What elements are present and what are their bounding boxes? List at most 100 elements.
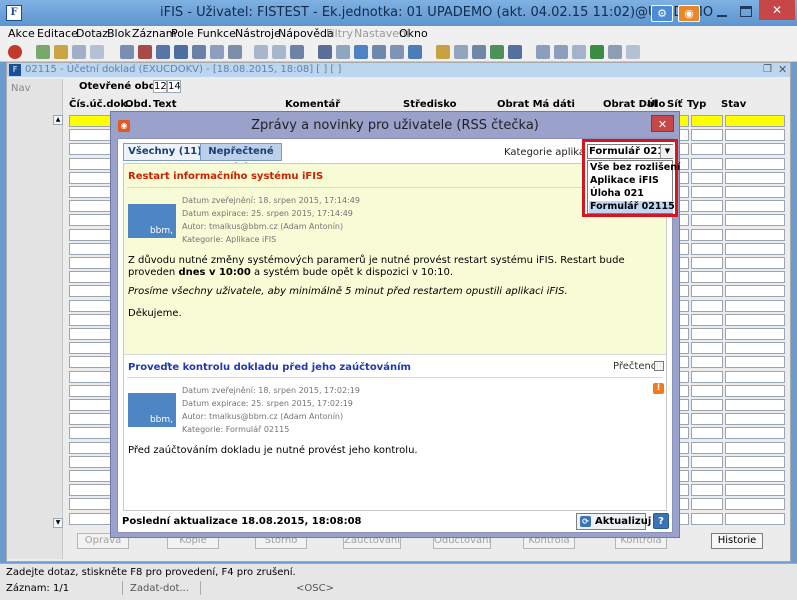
- save-icon[interactable]: [36, 45, 50, 59]
- menu-akce[interactable]: Akce: [8, 27, 35, 40]
- grid-cell[interactable]: [725, 115, 785, 127]
- grid-cell[interactable]: [725, 498, 785, 511]
- grid-cell[interactable]: [691, 356, 723, 369]
- grid-cell[interactable]: [725, 285, 785, 298]
- news-item[interactable]: Proveďte kontrolu dokladu před jeho zaúč…: [124, 356, 666, 510]
- menu-funkce[interactable]: Funkce: [197, 27, 236, 40]
- grid-cell[interactable]: [725, 399, 785, 411]
- grid-cell[interactable]: [691, 115, 723, 127]
- menu-editace[interactable]: Editace: [37, 27, 78, 40]
- key-icon[interactable]: [210, 45, 224, 59]
- grid-cell[interactable]: [691, 242, 723, 255]
- sort-icon[interactable]: [156, 45, 170, 59]
- close-dialog-button[interactable]: ✕: [651, 115, 674, 132]
- rss-icon[interactable]: ◉: [678, 5, 700, 22]
- cut-icon[interactable]: [318, 45, 332, 59]
- close-window-button[interactable]: ✕: [759, 0, 795, 20]
- query-icon[interactable]: [174, 45, 188, 59]
- grid-cell[interactable]: [691, 498, 723, 511]
- print-icon[interactable]: [54, 45, 68, 59]
- grid-cell[interactable]: [725, 328, 785, 340]
- folder-icon[interactable]: [436, 45, 450, 59]
- grid-cell[interactable]: [725, 257, 785, 269]
- grid-icon[interactable]: [454, 45, 468, 59]
- chevron-down-icon[interactable]: ▼: [660, 145, 674, 158]
- grid-cell[interactable]: [691, 228, 723, 241]
- grid-cell[interactable]: [725, 427, 785, 440]
- grid-cell[interactable]: [725, 441, 785, 454]
- grid-cell[interactable]: [725, 384, 785, 397]
- filter-icon[interactable]: [228, 45, 242, 59]
- grid-cell[interactable]: [691, 455, 723, 468]
- period-chip[interactable]: 14: [167, 80, 181, 93]
- refresh-button[interactable]: ⟳ Aktualizuj: [576, 513, 651, 530]
- grid-cell[interactable]: [725, 228, 785, 241]
- navigator-panel[interactable]: Nav: [7, 79, 63, 559]
- grid-cell[interactable]: [725, 200, 785, 213]
- grid-cell[interactable]: [725, 299, 785, 312]
- document-icon[interactable]: [336, 45, 350, 59]
- grid-cell[interactable]: [725, 143, 785, 156]
- tab-all[interactable]: Všechny (11): [123, 143, 207, 161]
- menu-okno[interactable]: Okno: [399, 27, 428, 40]
- grid-cell[interactable]: [725, 512, 785, 525]
- redo-icon[interactable]: [90, 45, 104, 59]
- grid-cell[interactable]: [691, 427, 723, 440]
- grid-cell[interactable]: [725, 271, 785, 284]
- grid-cell[interactable]: [691, 399, 723, 411]
- grid-cell[interactable]: [691, 299, 723, 312]
- grid-cell[interactable]: [725, 484, 785, 497]
- grid-cell[interactable]: [725, 455, 785, 468]
- grid-cell[interactable]: [691, 342, 723, 355]
- add-record-icon[interactable]: [120, 45, 134, 59]
- tab-unread[interactable]: Nepřečtené (8): [200, 143, 282, 173]
- clock-icon[interactable]: [554, 45, 568, 59]
- grid-cell[interactable]: [691, 470, 723, 482]
- grid-cell[interactable]: [725, 342, 785, 355]
- period-chip[interactable]: 12: [153, 80, 167, 93]
- menu-dotaz[interactable]: Dotaz: [76, 27, 108, 40]
- export-icon[interactable]: [608, 45, 622, 59]
- excel-icon[interactable]: [590, 45, 604, 59]
- grid-cell[interactable]: [691, 484, 723, 497]
- restore-icon[interactable]: ❐: [763, 64, 772, 75]
- menu-nastroje[interactable]: Nástroje: [235, 27, 281, 40]
- grid-cell[interactable]: [725, 242, 785, 255]
- category-option[interactable]: Úloha 021: [589, 188, 673, 200]
- category-option[interactable]: Aplikace iFIS: [589, 175, 673, 187]
- grid-cell[interactable]: [691, 129, 723, 142]
- grid-cell[interactable]: [691, 328, 723, 340]
- category-option[interactable]: Vše bez rozlišení: [589, 162, 680, 174]
- menu-blok[interactable]: Blok: [107, 27, 131, 40]
- scroll-up-arrow[interactable]: ▲: [53, 115, 63, 125]
- copy-icon[interactable]: [254, 45, 268, 59]
- menu-zaznam[interactable]: Záznam: [132, 27, 176, 40]
- mail-icon[interactable]: [536, 45, 550, 59]
- paste-icon[interactable]: [272, 45, 286, 59]
- report-icon[interactable]: [290, 45, 304, 59]
- grid-cell[interactable]: [691, 512, 723, 525]
- next-icon[interactable]: [354, 45, 368, 59]
- category-option[interactable]: Formulář 02115: [589, 201, 675, 213]
- minimize-button[interactable]: [713, 7, 731, 19]
- execute-query-icon[interactable]: [192, 45, 206, 59]
- menu-pole[interactable]: Pole: [171, 27, 194, 40]
- grid-cell[interactable]: [725, 171, 785, 184]
- settings-icon[interactable]: ⚙: [651, 5, 673, 22]
- grid-cell[interactable]: [725, 370, 785, 383]
- refresh-icon[interactable]: [408, 45, 422, 59]
- scroll-down-arrow[interactable]: ▼: [53, 518, 63, 528]
- undo-icon[interactable]: [72, 45, 86, 59]
- grid-cell[interactable]: [691, 257, 723, 269]
- grid-cell[interactable]: [725, 356, 785, 369]
- list-icon[interactable]: [372, 45, 386, 59]
- grid-cell[interactable]: [691, 370, 723, 383]
- grid-cell[interactable]: [725, 313, 785, 326]
- grid-cell[interactable]: [691, 143, 723, 156]
- news-title[interactable]: Proveďte kontrolu dokladu před jeho zaúč…: [128, 362, 411, 373]
- grid-cell[interactable]: [691, 285, 723, 298]
- history-button[interactable]: Historie: [711, 533, 763, 549]
- maximize-button[interactable]: [740, 6, 752, 17]
- grid-cell[interactable]: [725, 470, 785, 482]
- globe-icon[interactable]: [472, 45, 486, 59]
